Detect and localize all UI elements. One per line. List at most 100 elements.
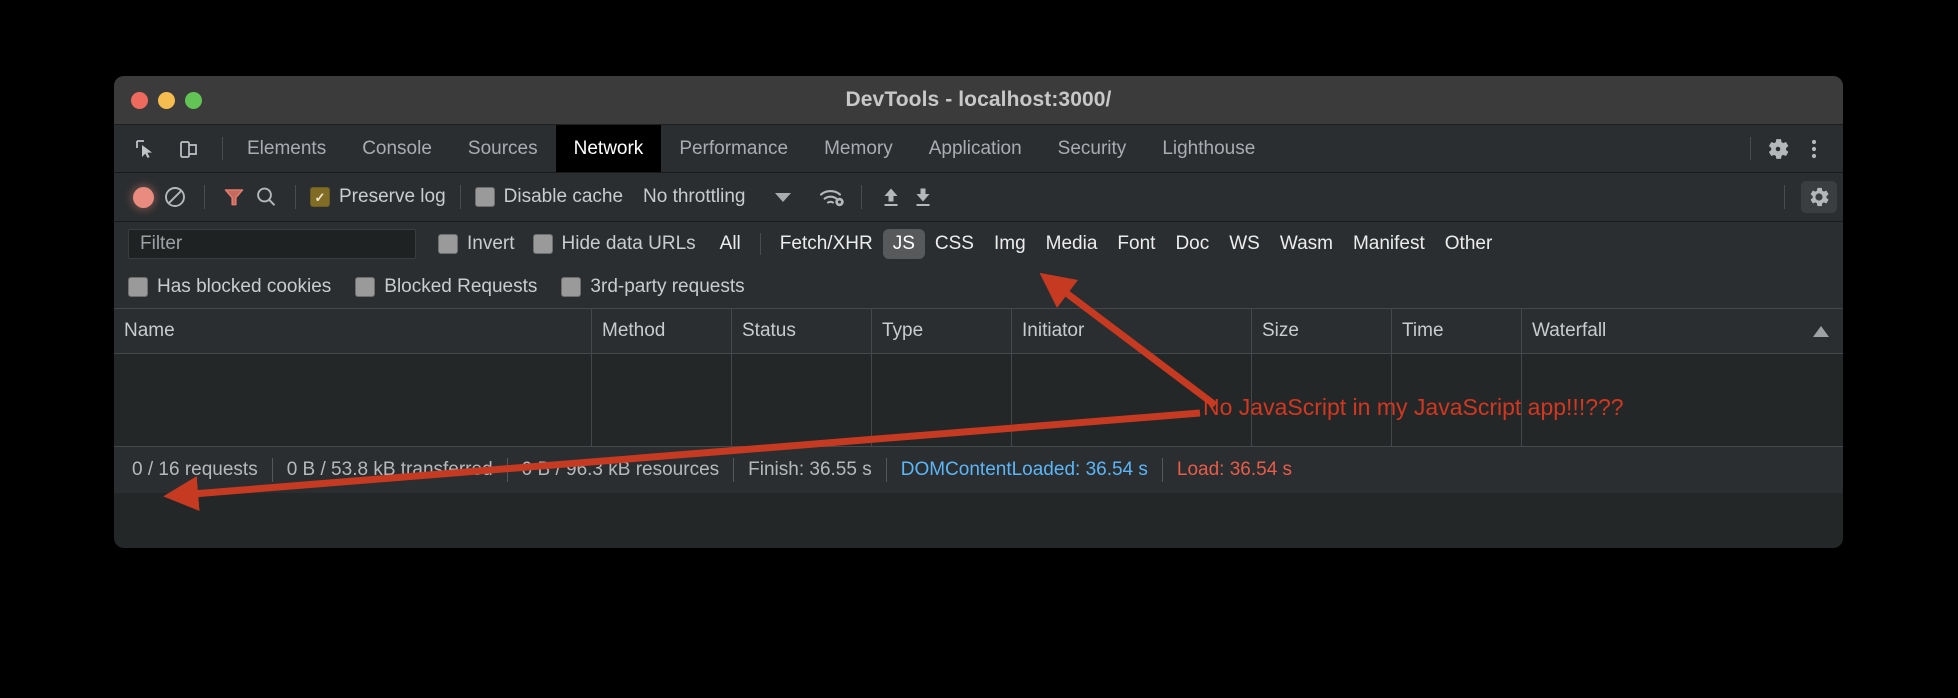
maximize-window-icon[interactable] [185, 91, 202, 109]
requests-table-body [114, 354, 1843, 446]
import-har-icon[interactable] [908, 182, 938, 212]
table-cell-initiator [1012, 354, 1252, 446]
tab-label: Performance [679, 137, 789, 159]
column-header-name[interactable]: Name [114, 309, 592, 353]
status-finish: Finish: 36.55 s [748, 459, 872, 480]
tab-label: Lighthouse [1162, 137, 1256, 159]
type-filter-manifest[interactable]: Manifest [1343, 229, 1435, 259]
tab-lighthouse[interactable]: Lighthouse [1144, 125, 1273, 172]
column-header-time[interactable]: Time [1392, 309, 1522, 353]
type-filter-wasm[interactable]: Wasm [1270, 229, 1343, 259]
device-toolbar-icon[interactable] [174, 134, 204, 164]
toolbar-divider-4 [861, 185, 863, 209]
traffic-light-buttons [131, 91, 202, 109]
column-header-type[interactable]: Type [872, 309, 1012, 353]
table-cell-size [1252, 354, 1392, 446]
preserve-log-label: Preserve log [339, 186, 446, 207]
toolbar-divider-3 [459, 185, 461, 209]
disable-cache-box-icon [474, 187, 495, 207]
tab-memory[interactable]: Memory [806, 125, 911, 172]
clear-button[interactable] [160, 182, 190, 212]
toolbar-divider-1 [204, 185, 205, 209]
has-blocked-cookies-box-icon [128, 277, 148, 297]
table-cell-status [732, 354, 872, 446]
type-filter-js[interactable]: JS [882, 229, 925, 259]
status-transferred: 0 B / 53.8 kB transferred [286, 459, 493, 480]
tab-label: Network [573, 137, 644, 159]
type-filter-all[interactable]: All [710, 229, 751, 259]
throttling-select[interactable]: No throttling [643, 186, 745, 208]
invert-checkbox[interactable]: Invert [438, 233, 515, 255]
toolbar-divider-5 [1784, 185, 1785, 209]
tab-security[interactable]: Security [1040, 125, 1145, 172]
resource-type-filters: All Fetch/XHR JS CSS Img Media Font Doc … [710, 229, 1503, 259]
window-title-bar: DevTools - localhost:3000/ [114, 76, 1843, 125]
type-filter-other[interactable]: Other [1435, 229, 1503, 259]
tab-elements[interactable]: Elements [229, 125, 344, 172]
third-party-requests-box-icon [561, 277, 582, 297]
tab-strip-divider [222, 137, 223, 160]
type-filter-font[interactable]: Font [1107, 229, 1165, 259]
type-filter-fetch-xhr[interactable]: Fetch/XHR [770, 229, 883, 259]
network-conditions-icon[interactable] [817, 182, 847, 212]
network-toolbar: ✓ Preserve log Disable cache No throttli… [114, 173, 1843, 222]
sort-ascending-icon[interactable] [1813, 325, 1829, 337]
tab-label: Sources [467, 137, 538, 159]
export-har-icon[interactable] [876, 182, 906, 212]
invert-label: Invert [467, 233, 515, 254]
blocked-requests-box-icon [355, 277, 376, 297]
preserve-log-checkbox[interactable]: ✓ Preserve log [310, 186, 446, 208]
has-blocked-cookies-checkbox[interactable]: Has blocked cookies [128, 276, 331, 298]
gear-icon[interactable] [1763, 134, 1793, 164]
window-title: DevTools - localhost:3000/ [845, 88, 1112, 111]
disable-cache-checkbox[interactable]: Disable cache [474, 186, 624, 208]
column-header-waterfall[interactable]: Waterfall [1522, 309, 1843, 353]
requests-table-header: Name Method Status Type Initiator Size T… [114, 308, 1843, 354]
type-filter-doc[interactable]: Doc [1165, 229, 1219, 259]
status-requests: 0 / 16 requests [132, 459, 258, 480]
devtools-window: DevTools - localhost:3000/ Elements Cons… [114, 76, 1843, 548]
column-header-status[interactable]: Status [732, 309, 872, 353]
hide-data-urls-checkbox[interactable]: Hide data URLs [532, 233, 696, 255]
tab-application[interactable]: Application [911, 125, 1040, 172]
close-window-icon[interactable] [131, 91, 148, 109]
tab-label: Console [362, 137, 432, 159]
kebab-menu-icon[interactable] [1799, 134, 1829, 164]
type-filter-ws[interactable]: WS [1219, 229, 1270, 259]
filter-input-wrapper[interactable] [128, 229, 416, 259]
third-party-requests-checkbox[interactable]: 3rd-party requests [561, 276, 745, 298]
checkmark-icon: ✓ [314, 189, 326, 205]
has-blocked-cookies-label: Has blocked cookies [157, 276, 332, 297]
toolbar-divider-2 [295, 185, 296, 209]
chevron-down-icon[interactable] [775, 192, 792, 202]
blocked-requests-checkbox[interactable]: Blocked Requests [355, 276, 537, 298]
tab-strip-left-tools [114, 125, 216, 172]
devtools-tabs: Elements Console Sources Network Perform… [229, 125, 1744, 172]
inspect-element-icon[interactable] [130, 134, 160, 164]
hide-data-urls-label: Hide data URLs [561, 233, 696, 254]
search-button[interactable] [251, 182, 281, 212]
type-filter-img[interactable]: Img [984, 229, 1036, 259]
filter-toggle-button[interactable] [219, 182, 249, 212]
tab-console[interactable]: Console [344, 125, 450, 172]
disable-cache-label: Disable cache [503, 186, 624, 207]
record-button[interactable] [128, 182, 158, 212]
column-header-method[interactable]: Method [592, 309, 732, 353]
column-header-waterfall-label: Waterfall [1532, 320, 1607, 341]
column-header-initiator[interactable]: Initiator [1012, 309, 1252, 353]
record-indicator-icon [132, 186, 154, 208]
hide-data-urls-box-icon [532, 234, 553, 254]
network-settings-gear-icon[interactable] [1801, 181, 1837, 213]
tab-sources[interactable]: Sources [450, 125, 556, 172]
type-filter-divider [759, 233, 761, 255]
type-filter-css[interactable]: CSS [925, 229, 984, 259]
third-party-requests-label: 3rd-party requests [590, 276, 745, 297]
filter-input[interactable] [138, 232, 406, 256]
column-header-size[interactable]: Size [1252, 309, 1392, 353]
devtools-tab-strip: Elements Console Sources Network Perform… [114, 125, 1843, 173]
tab-performance[interactable]: Performance [661, 125, 806, 172]
minimize-window-icon[interactable] [158, 91, 175, 109]
type-filter-media[interactable]: Media [1036, 229, 1108, 259]
tab-network[interactable]: Network [555, 125, 662, 172]
network-advanced-filter-row: Has blocked cookies Blocked Requests 3rd… [114, 266, 1843, 308]
